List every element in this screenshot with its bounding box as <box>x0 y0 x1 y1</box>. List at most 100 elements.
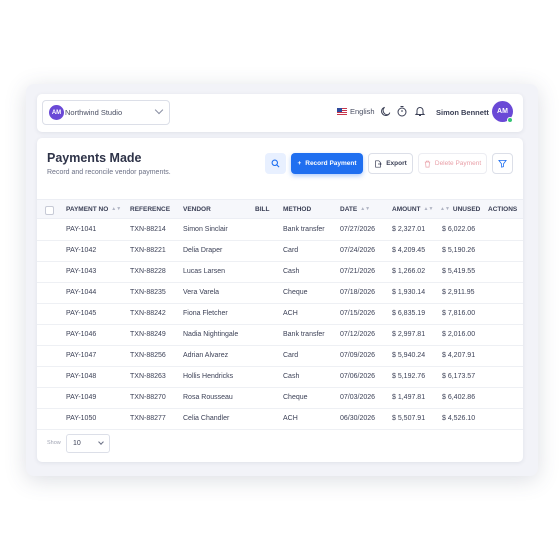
cell-vendor: Simon Sinclair <box>183 226 228 233</box>
cell-method: Bank transfer <box>283 226 325 233</box>
cell-amount: $ 1,930.14 <box>392 289 426 296</box>
cell-method: Cash <box>283 373 300 380</box>
column-vendor: VENDOR <box>183 206 211 213</box>
cell-vendor: Celia Chandler <box>183 415 230 422</box>
cell-amount: $ 5,507.91 <box>392 415 426 422</box>
cell-payment-no: PAY-1048 <box>66 373 97 380</box>
cell-date: 07/03/2026 <box>340 394 376 401</box>
page-size-select[interactable]: 10 <box>66 434 110 453</box>
top-bar: AM Northwind Studio English Simon Bennet… <box>37 94 523 132</box>
cell-payment-no: PAY-1045 <box>66 310 97 317</box>
cell-method: Cash <box>283 268 300 275</box>
column-method: METHOD <box>283 206 312 213</box>
cell-method: ACH <box>283 415 298 422</box>
select-all-checkbox[interactable] <box>45 206 54 215</box>
cell-unused: $ 4,207.91 <box>442 352 476 359</box>
column-unused[interactable]: ▲▼ UNUSED <box>440 206 480 213</box>
table-row[interactable]: PAY-1049 TXN-88270 Rosa Rousseau Cheque 07/0… <box>37 388 523 409</box>
cell-amount: $ 4,209.45 <box>392 247 426 254</box>
language-selector[interactable]: English <box>337 107 375 116</box>
moon-icon[interactable] <box>380 105 392 117</box>
table-row[interactable]: PAY-1048 TXN-88263 Hollis Hendricks Cash 07/… <box>37 367 523 388</box>
cell-reference: TXN-88228 <box>130 268 166 275</box>
cell-date: 07/24/2026 <box>340 247 376 254</box>
sort-icon: ▲▼ <box>423 206 434 212</box>
cell-vendor: Rosa Rousseau <box>183 394 233 401</box>
export-button[interactable]: Export <box>368 153 413 174</box>
filter-button[interactable] <box>492 153 513 174</box>
cell-reference: TXN-88256 <box>130 352 166 359</box>
cell-payment-no: PAY-1043 <box>66 268 97 275</box>
cell-method: Bank transfer <box>283 331 325 338</box>
table-row[interactable]: PAY-1041 TXN-88214 Simon Sinclair Bank tran… <box>37 220 523 241</box>
column-payment-no[interactable]: PAYMENT NO ▲▼ <box>66 206 121 213</box>
cell-amount: $ 1,497.81 <box>392 394 426 401</box>
cell-method: Card <box>283 352 299 359</box>
column-actions: ACTIONS <box>488 206 518 213</box>
table-row[interactable]: PAY-1042 TXN-88221 Delia Draper Card 07/24/2… <box>37 241 523 262</box>
cell-unused: $ 5,419.55 <box>442 268 476 275</box>
sort-icon: ▲▼ <box>440 206 450 212</box>
cell-unused: $ 2,016.00 <box>442 331 476 338</box>
cell-date: 07/06/2026 <box>340 373 376 380</box>
table-row[interactable]: PAY-1046 TXN-88249 Nadia Nightingale Bank t… <box>37 325 523 346</box>
cell-date: 06/30/2026 <box>340 415 376 422</box>
table-row[interactable]: PAY-1045 TXN-88242 Fiona Fletcher ACH 07/15/… <box>37 304 523 325</box>
chevron-down-icon <box>154 105 164 115</box>
export-label: Export <box>386 160 407 167</box>
cell-unused: $ 6,402.86 <box>442 394 476 401</box>
column-date[interactable]: DATE ▲▼ <box>340 206 370 213</box>
table-row[interactable]: PAY-1050 TXN-88277 Celia Chandler ACH 06/30/… <box>37 409 523 430</box>
cell-unused: $ 6,173.57 <box>442 373 476 380</box>
page-size-value: 10 <box>73 440 81 447</box>
cell-reference: TXN-88263 <box>130 373 166 380</box>
workspace-switcher[interactable]: AM Northwind Studio <box>42 100 170 125</box>
export-icon <box>375 159 382 168</box>
cell-vendor: Hollis Hendricks <box>183 373 234 380</box>
show-label: Show <box>47 440 61 446</box>
cell-reference: TXN-88214 <box>130 226 166 233</box>
chevron-down-icon <box>98 439 104 445</box>
column-bill: BILL <box>255 206 270 213</box>
cell-unused: $ 4,526.10 <box>442 415 476 422</box>
search-icon <box>271 159 280 168</box>
sort-icon: ▲▼ <box>111 206 122 212</box>
delete-payment-button[interactable]: Delete Payment <box>418 153 487 174</box>
us-flag-icon <box>337 108 347 115</box>
cell-amount: $ 2,327.01 <box>392 226 426 233</box>
table-row[interactable]: PAY-1043 TXN-88228 Lucas Larsen Cash 07/21/2… <box>37 262 523 283</box>
cell-amount: $ 2,997.81 <box>392 331 426 338</box>
user-name[interactable]: Simon Bennett <box>436 108 489 117</box>
table-row[interactable]: PAY-1047 TXN-88256 Adrian Alvarez Card 07/09… <box>37 346 523 367</box>
cell-method: ACH <box>283 310 298 317</box>
cell-date: 07/09/2026 <box>340 352 376 359</box>
bell-icon[interactable] <box>414 105 426 117</box>
cell-unused: $ 5,190.26 <box>442 247 476 254</box>
cell-reference: TXN-88221 <box>130 247 166 254</box>
online-status-dot <box>507 117 513 123</box>
stopwatch-icon[interactable] <box>396 105 408 117</box>
cell-vendor: Fiona Fletcher <box>183 310 228 317</box>
column-amount[interactable]: AMOUNT ▲▼ <box>392 206 433 213</box>
trash-icon <box>424 160 431 167</box>
cell-date: 07/18/2026 <box>340 289 376 296</box>
cell-date: 07/27/2026 <box>340 226 376 233</box>
language-label: English <box>350 107 375 116</box>
cell-unused: $ 7,816.00 <box>442 310 476 317</box>
cell-reference: TXN-88235 <box>130 289 166 296</box>
cell-unused: $ 6,022.06 <box>442 226 476 233</box>
payments-card: Payments Made Record and reconcile vendo… <box>37 138 523 462</box>
record-payment-button[interactable]: + Record Payment <box>291 153 363 174</box>
cell-vendor: Nadia Nightingale <box>183 331 239 338</box>
cell-method: Card <box>283 247 299 254</box>
cell-method: Cheque <box>283 394 308 401</box>
cell-amount: $ 6,835.19 <box>392 310 426 317</box>
search-button[interactable] <box>265 153 286 174</box>
cell-vendor: Adrian Alvarez <box>183 352 229 359</box>
sort-icon: ▲▼ <box>360 206 371 212</box>
table-row[interactable]: PAY-1044 TXN-88235 Vera Varela Cheque 07/18/… <box>37 283 523 304</box>
page-title: Payments Made <box>47 151 142 165</box>
cell-payment-no: PAY-1046 <box>66 331 97 338</box>
cell-reference: TXN-88249 <box>130 331 166 338</box>
cell-vendor: Lucas Larsen <box>183 268 226 275</box>
